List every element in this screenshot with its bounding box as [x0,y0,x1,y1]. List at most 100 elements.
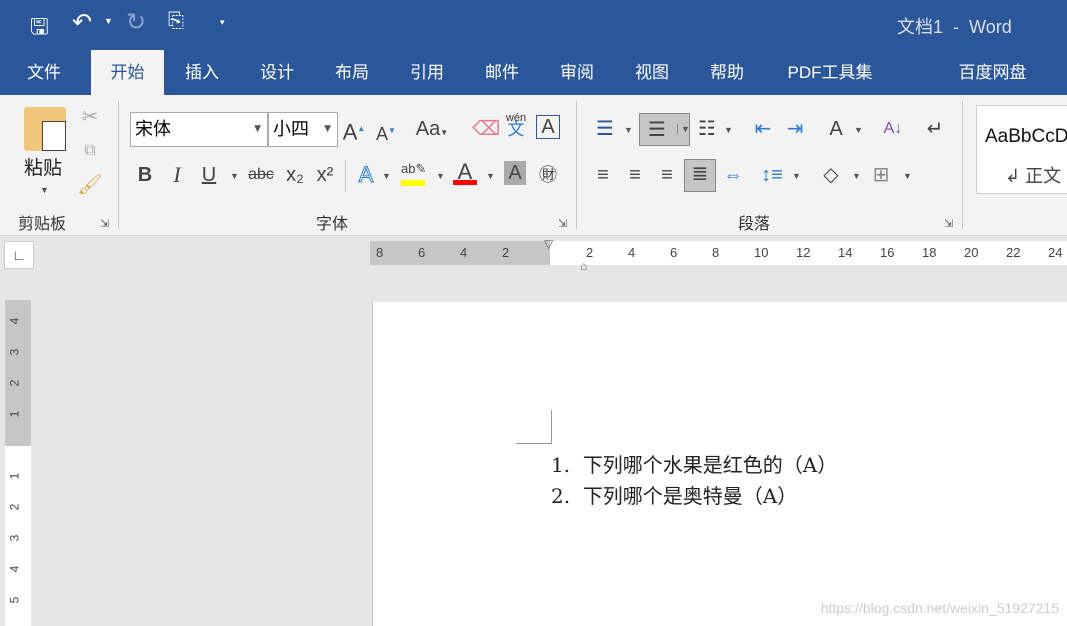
chevron-down-icon[interactable]: ▼ [382,171,391,181]
style-preview: AaBbCcD [985,126,1067,147]
chevron-down-icon[interactable]: ▼ [854,125,863,135]
tab-view[interactable]: 视图 [622,50,682,95]
shrink-font-icon[interactable]: A▼ [372,117,400,148]
tab-references[interactable]: 引用 [397,50,457,95]
underline-button[interactable]: U [196,161,222,189]
distributed-icon[interactable]: ⇔ [720,161,746,189]
margin-corner-mark [516,410,552,444]
tab-insert[interactable]: 插入 [172,50,232,95]
font-launcher-icon[interactable]: ⇲ [558,217,567,230]
ruler-tick-label: 22 [1006,245,1021,260]
tab-baidu-pan[interactable]: 百度网盘 [945,50,1040,95]
phonetic-char: 文 [507,120,525,139]
numbering-button[interactable]: ☰ ▼ [639,113,690,146]
bullets-icon[interactable]: ☰ [590,115,620,143]
numbering-dropdown-icon[interactable]: ▼ [677,124,690,134]
align-left-icon[interactable]: ≡ [590,161,616,189]
copy-icon[interactable]: ⧉ [76,137,104,165]
list-item[interactable]: 1. 下列哪个水果是红色的（A） [551,449,837,478]
style-normal[interactable]: AaBbCcD ↲ 正文 [976,105,1067,194]
tab-design[interactable]: 设计 [247,50,307,95]
justify-icon[interactable]: ≣ [684,159,716,192]
undo-dropdown-icon[interactable]: ▼ [104,16,113,26]
ruler-tick-label: 5 [7,596,22,604]
character-shading-icon[interactable]: A [504,161,526,185]
subscript-button[interactable]: x₂ [282,161,308,189]
first-line-indent-marker[interactable]: ▽ [544,237,553,251]
horizontal-ruler[interactable]: 8 6 4 2 2 4 6 8 10 12 14 16 18 20 22 24 [370,241,1067,265]
chevron-down-icon[interactable]: ▼ [254,113,261,146]
bullets-dropdown-icon[interactable]: ▼ [624,125,633,135]
sort-icon[interactable]: A↓ [880,115,906,143]
enclose-characters-icon[interactable]: ㊖ [536,161,560,189]
ruler-tick-label: 4 [460,245,468,260]
list-item[interactable]: 2. 下列哪个是奥特曼（A） [551,480,797,509]
clipboard-launcher-icon[interactable]: ⇲ [100,217,109,230]
save-icon[interactable]: 🖫 [30,10,49,48]
touch-mode-icon[interactable]: ⎘ [168,10,184,33]
redo-icon[interactable]: ↻ [126,8,146,37]
font-size-combo[interactable]: 小四 ▼ [268,112,338,147]
format-painter-icon[interactable]: 🖌 [76,171,104,199]
paste-icon[interactable] [24,107,66,151]
bold-button[interactable]: B [132,161,158,189]
phonetic-guide-icon[interactable]: wén 文 [503,112,529,139]
change-case-label: Aa [415,118,441,140]
numbering-icon: ☰ [648,119,666,141]
change-case-icon[interactable]: Aa▼ [412,115,452,147]
clear-formatting-icon[interactable]: ⌫ [472,115,500,143]
paste-button[interactable]: 粘贴 [24,153,62,180]
cut-icon[interactable]: ✂ [76,103,104,131]
font-color-dropdown-icon[interactable]: ▼ [486,171,495,181]
line-spacing-icon[interactable]: ↕≡ [758,161,786,189]
font-name-combo[interactable]: 宋体 ▼ [130,112,268,147]
chevron-down-icon[interactable]: ▼ [792,171,801,181]
chevron-down-icon[interactable]: ▼ [324,113,331,146]
chevron-down-icon[interactable]: ▼ [852,171,861,181]
tab-review[interactable]: 审阅 [547,50,607,95]
hanging-indent-marker[interactable]: ⌂ [580,259,587,273]
grow-font-icon[interactable]: A▲ [340,115,368,146]
undo-icon[interactable]: ↶ [72,8,92,37]
decrease-indent-icon[interactable]: ⇤ [750,115,776,143]
italic-button[interactable]: I [164,161,190,189]
increase-indent-icon[interactable]: ⇥ [782,115,808,143]
font-color-icon[interactable]: A [452,159,478,185]
text-effects-icon[interactable]: A [352,161,380,189]
ruler-tick-label: 2 [586,245,594,260]
paste-dropdown-icon[interactable]: ▼ [40,185,49,195]
strikethrough-button[interactable]: abc [246,161,276,189]
chevron-down-icon[interactable]: ▼ [903,171,912,181]
shading-icon[interactable]: ◇ [816,161,846,189]
show-marks-icon[interactable]: ↵ [922,115,948,143]
document-page[interactable]: 1. 下列哪个水果是红色的（A） 2. 下列哪个是奥特曼（A） [372,302,1067,626]
text-direction-icon[interactable]: A [822,115,850,143]
ruler-tick-label: 20 [964,245,979,260]
tab-mailings[interactable]: 邮件 [472,50,532,95]
style-name: ↲ 正文 [1005,166,1062,186]
highlight-icon[interactable]: ab✎ [401,161,427,187]
ribbon: 粘贴 ▼ ✂ ⧉ 🖌 剪贴板 ⇲ 宋体 ▼ 小四 ▼ A▲ A▼ Aa▼ ⌫ wén… [0,95,1067,236]
ruler-tick-label: 6 [670,245,678,260]
superscript-button[interactable]: x² [312,161,338,189]
borders-icon[interactable]: ⊞ [868,161,894,189]
font-group-label: 字体 [316,216,349,233]
ruler-tick-label: 16 [880,245,895,260]
multilevel-dropdown-icon[interactable]: ▼ [724,125,733,135]
align-right-icon[interactable]: ≡ [654,161,680,189]
underline-dropdown-icon[interactable]: ▼ [230,171,239,181]
customize-qat-icon[interactable]: ▾ [220,17,225,28]
tab-selector-button[interactable]: ∟ [4,241,34,269]
vertical-ruler[interactable]: 4 3 2 1 1 2 3 4 5 [5,300,31,626]
tab-help[interactable]: 帮助 [697,50,757,95]
tab-file[interactable]: 文件 [14,50,74,95]
text-effects-dropdown-icon[interactable]: ▼ [436,171,445,181]
character-border-icon[interactable]: A [536,115,560,139]
tab-home[interactable]: 开始 [91,50,164,95]
paragraph-launcher-icon[interactable]: ⇲ [944,217,953,230]
tab-pdf-tools[interactable]: PDF工具集 [775,50,885,95]
ruler-tick-label: 4 [628,245,636,260]
multilevel-list-icon[interactable]: ☷ [693,115,721,143]
tab-layout[interactable]: 布局 [322,50,382,95]
align-center-icon[interactable]: ≡ [622,161,648,189]
